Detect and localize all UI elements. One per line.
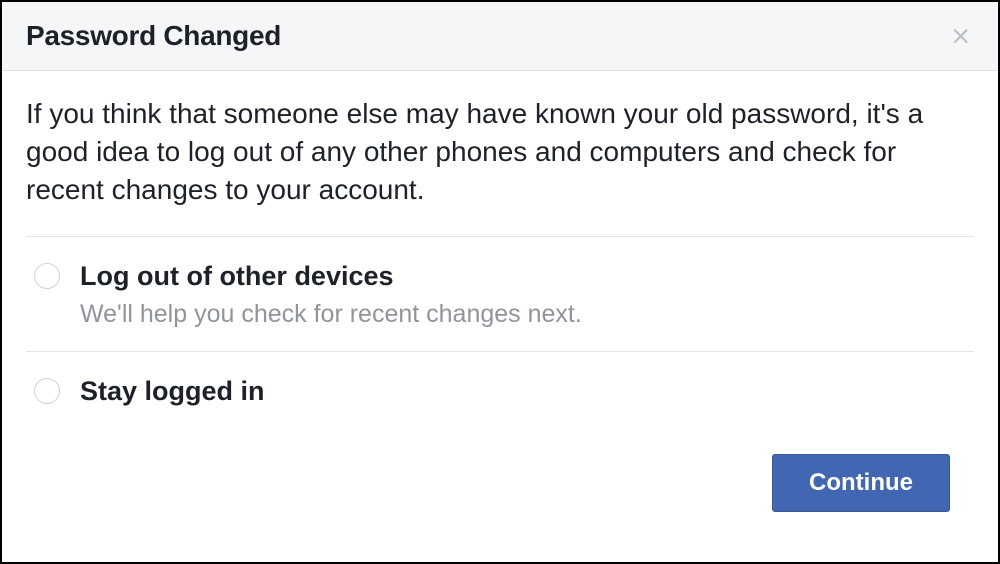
- radio-icon: [34, 263, 60, 289]
- close-icon: ×: [951, 18, 970, 54]
- close-button[interactable]: ×: [947, 20, 974, 52]
- continue-button[interactable]: Continue: [772, 454, 950, 512]
- password-changed-dialog: Password Changed × If you think that som…: [0, 0, 1000, 564]
- option-stay-logged-in[interactable]: Stay logged in: [26, 351, 974, 431]
- dialog-body: If you think that someone else may have …: [2, 71, 998, 562]
- dialog-description: If you think that someone else may have …: [26, 95, 974, 208]
- radio-icon: [34, 378, 60, 404]
- dialog-footer: Continue: [26, 432, 974, 534]
- option-logout-other-devices[interactable]: Log out of other devices We'll help you …: [26, 236, 974, 351]
- option-sublabel: We'll help you check for recent changes …: [80, 300, 582, 329]
- option-text: Stay logged in: [80, 374, 265, 409]
- option-label: Log out of other devices: [80, 259, 582, 294]
- option-label: Stay logged in: [80, 374, 265, 409]
- dialog-title: Password Changed: [26, 20, 281, 52]
- dialog-header: Password Changed ×: [2, 2, 998, 71]
- option-text: Log out of other devices We'll help you …: [80, 259, 582, 329]
